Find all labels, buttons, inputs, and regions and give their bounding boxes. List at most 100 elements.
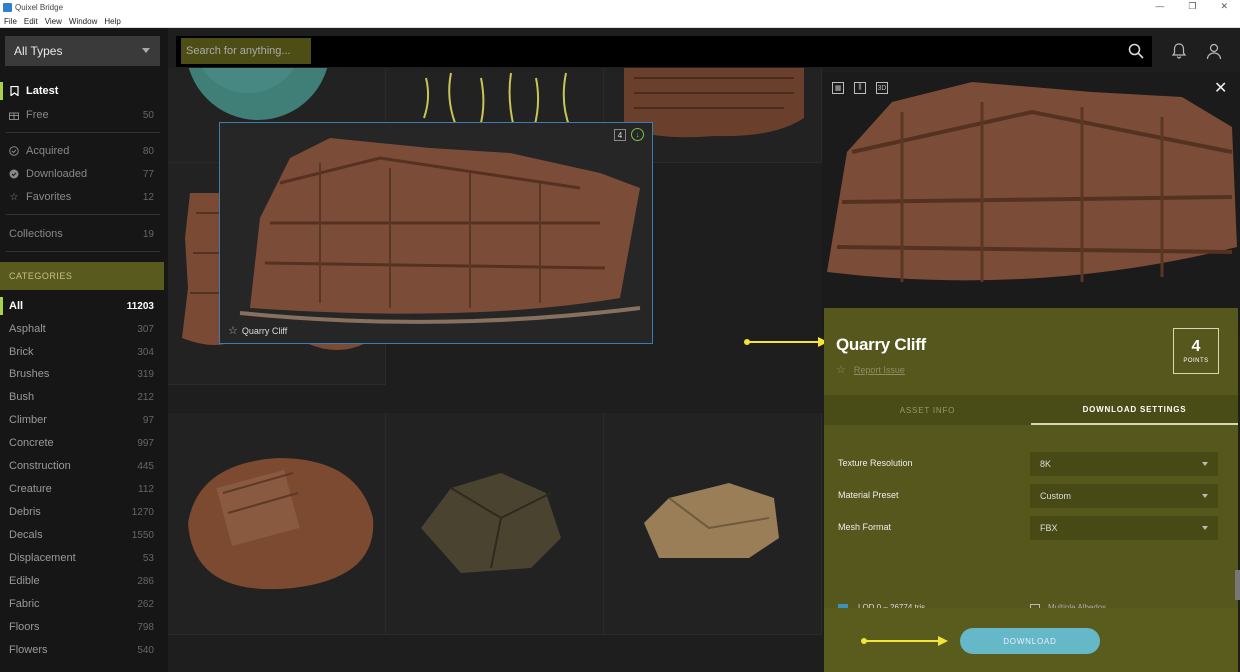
category-label: Edible	[9, 575, 40, 587]
setting-mesh-format: Mesh Format FBX	[838, 516, 1218, 540]
chevron-down-icon	[142, 48, 150, 53]
nav-free[interactable]: Free 50	[0, 106, 160, 124]
asset-thumbnail-dark-rock	[421, 473, 561, 573]
mesh-format-select[interactable]: FBX	[1030, 516, 1218, 540]
nav-collections[interactable]: Collections 19	[0, 225, 160, 243]
menu-window[interactable]: Window	[69, 17, 97, 26]
nav-label: Downloaded	[26, 168, 88, 180]
user-icon[interactable]	[1205, 42, 1223, 60]
check-circle-icon	[9, 146, 19, 156]
category-climber[interactable]: Climber 97	[0, 411, 160, 429]
maximize-button[interactable]: ❐	[1188, 1, 1196, 12]
category-label: Climber	[9, 414, 47, 426]
download-button[interactable]: DOWNLOAD	[960, 628, 1100, 654]
asset-thumbnail-quarry-cliff	[239, 138, 641, 324]
category-bush[interactable]: Bush 212	[0, 388, 160, 406]
report-row: ☆ Report Issue	[836, 363, 905, 376]
category-creature[interactable]: Creature 112	[0, 480, 160, 498]
asset-title: Quarry Cliff	[836, 335, 926, 354]
tile-title: Quarry Cliff	[241, 325, 288, 336]
category-label: Construction	[9, 460, 71, 472]
category-concrete[interactable]: Concrete 997	[0, 434, 160, 452]
category-all[interactable]: All 11203	[0, 297, 160, 315]
category-floors[interactable]: Floors 798	[0, 618, 160, 636]
sidebar: All Types Latest Free 50 Acquired 80 Dow…	[0, 28, 168, 672]
menu-view[interactable]: View	[45, 17, 62, 26]
close-icon[interactable]: ✕	[1214, 81, 1228, 97]
texture-resolution-select[interactable]: 8K	[1030, 452, 1218, 476]
search-icon[interactable]	[1128, 43, 1144, 59]
category-decals[interactable]: Decals 1550	[0, 526, 160, 544]
category-count: 1550	[131, 529, 154, 541]
category-label: All	[9, 300, 24, 312]
menu-help[interactable]: Help	[104, 17, 120, 26]
category-count: 286	[137, 575, 154, 587]
category-label: Brushes	[9, 368, 50, 380]
chevron-down-icon	[1202, 494, 1208, 498]
points-box: 4 POINTS	[1173, 328, 1219, 374]
material-preset-select[interactable]: Custom	[1030, 484, 1218, 508]
nav-favorites[interactable]: ☆ Favorites 12	[0, 188, 160, 206]
details-tabs: ASSET INFO DOWNLOAD SETTINGS	[824, 395, 1238, 425]
tile-label: ☆ Quarry Cliff	[228, 324, 287, 337]
category-count: 53	[142, 552, 154, 564]
download-area: DOWNLOAD	[824, 608, 1238, 672]
category-edible[interactable]: Edible 286	[0, 572, 160, 590]
star-icon: ☆	[9, 191, 19, 203]
preview-image	[827, 82, 1237, 282]
asset-tile[interactable]	[168, 413, 386, 635]
category-count: 112	[138, 483, 154, 495]
close-window-button[interactable]: ✕	[1220, 1, 1228, 12]
select-value: Custom	[1040, 491, 1072, 501]
category-debris[interactable]: Debris 1270	[0, 503, 160, 521]
menu-file[interactable]: File	[4, 17, 17, 26]
nav-label: Favorites	[26, 191, 72, 203]
grid-view-icon[interactable]: ▦	[832, 82, 844, 94]
favorite-star-icon[interactable]: ☆	[228, 324, 238, 337]
asset-tile-selected[interactable]: 4 ↓ ☆ Quarry Cliff	[219, 122, 653, 344]
category-count: 997	[137, 437, 154, 449]
setting-label: Mesh Format	[838, 522, 892, 532]
nav-acquired[interactable]: Acquired 80	[0, 142, 160, 160]
category-brushes[interactable]: Brushes 319	[0, 365, 160, 383]
tab-asset-info[interactable]: ASSET INFO	[824, 395, 1031, 425]
report-issue-link[interactable]: Report Issue	[854, 365, 905, 375]
asset-details-panel: Quarry Cliff ☆ Report Issue 4 POINTS ASS…	[824, 308, 1238, 672]
category-displacement[interactable]: Displacement 53	[0, 549, 160, 567]
category-label: Creature	[9, 483, 52, 495]
category-count: 540	[137, 644, 154, 656]
categories-header: CATEGORIES	[0, 262, 164, 290]
category-fabric[interactable]: Fabric 262	[0, 595, 160, 613]
asset-tile[interactable]	[604, 413, 822, 635]
columns-view-icon[interactable]: ⫼	[854, 82, 866, 94]
category-label: Flowers	[9, 644, 48, 656]
minimize-button[interactable]: —	[1155, 1, 1164, 12]
favorite-star-icon[interactable]: ☆	[836, 363, 846, 376]
asset-tile[interactable]	[386, 413, 604, 635]
category-construction[interactable]: Construction 445	[0, 457, 160, 475]
3d-view-icon[interactable]: 3D	[876, 82, 888, 94]
category-label: Fabric	[9, 598, 40, 610]
category-asphalt[interactable]: Asphalt 307	[0, 320, 160, 338]
bell-icon[interactable]	[1170, 42, 1188, 60]
download-status-icon[interactable]: ↓	[631, 128, 644, 141]
type-select[interactable]: All Types	[5, 36, 160, 66]
nav-latest[interactable]: Latest	[0, 82, 160, 100]
title-bar: Quixel Bridge — ❐ ✕	[0, 0, 1240, 15]
nav-count: 12	[142, 191, 154, 203]
setting-texture-resolution: Texture Resolution 8K	[838, 452, 1218, 476]
category-brick[interactable]: Brick 304	[0, 343, 160, 361]
category-flowers[interactable]: Flowers 540	[0, 641, 160, 659]
category-count: 1270	[131, 506, 154, 518]
nav-downloaded[interactable]: Downloaded 77	[0, 165, 160, 183]
scrollbar[interactable]	[1235, 570, 1240, 600]
nav-count: 50	[142, 109, 154, 121]
window-title: Quixel Bridge	[15, 3, 64, 12]
category-count: 307	[137, 323, 154, 335]
divider	[6, 251, 160, 252]
tab-download-settings[interactable]: DOWNLOAD SETTINGS	[1031, 395, 1238, 425]
setting-material-preset: Material Preset Custom	[838, 484, 1218, 508]
menu-edit[interactable]: Edit	[24, 17, 38, 26]
category-count: 11203	[126, 300, 154, 312]
search-input[interactable]	[186, 43, 386, 59]
